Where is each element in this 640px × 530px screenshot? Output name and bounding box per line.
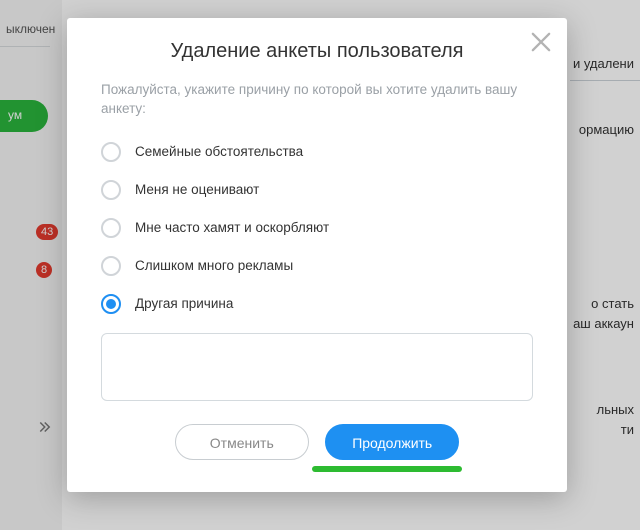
reason-option-rude[interactable]: Мне часто хамят и оскорбляют (101, 209, 533, 247)
modal-actions: Отменить Продолжить (67, 424, 567, 472)
continue-highlight (312, 466, 462, 472)
reason-option-family[interactable]: Семейные обстоятельства (101, 133, 533, 171)
radio-icon (101, 256, 121, 276)
reason-option-other[interactable]: Другая причина (101, 285, 533, 323)
close-icon (527, 28, 555, 56)
option-label: Семейные обстоятельства (135, 144, 303, 159)
radio-icon (101, 294, 121, 314)
option-label: Мне часто хамят и оскорбляют (135, 220, 329, 235)
cancel-button[interactable]: Отменить (175, 424, 309, 460)
close-button[interactable] (527, 28, 555, 56)
option-label: Слишком много рекламы (135, 258, 293, 273)
modal-prompt: Пожалуйста, укажите причину по которой в… (101, 81, 533, 119)
reason-option-ads[interactable]: Слишком много рекламы (101, 247, 533, 285)
radio-icon (101, 180, 121, 200)
modal-title: Удаление анкеты пользователя (107, 40, 527, 63)
reason-options: Семейные обстоятельства Меня не оцениваю… (101, 133, 533, 323)
option-label: Меня не оценивают (135, 182, 259, 197)
other-reason-input[interactable] (101, 333, 533, 401)
option-label: Другая причина (135, 296, 233, 311)
radio-icon (101, 142, 121, 162)
reason-option-not-rated[interactable]: Меня не оценивают (101, 171, 533, 209)
delete-profile-modal: Удаление анкеты пользователя Пожалуйста,… (67, 18, 567, 492)
continue-button[interactable]: Продолжить (325, 424, 459, 460)
radio-icon (101, 218, 121, 238)
